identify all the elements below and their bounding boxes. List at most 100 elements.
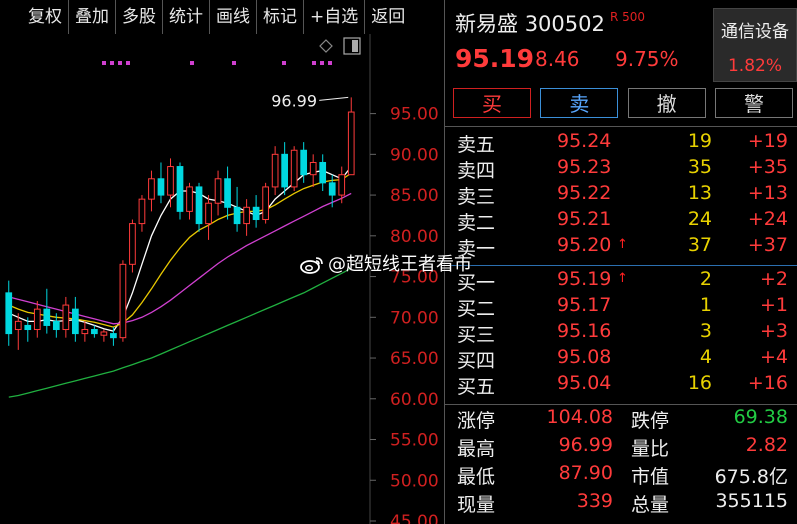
up-arrow-icon: ↑	[617, 237, 628, 252]
candlestick-chart[interactable]: 95.0090.0085.0080.0075.0070.0065.0060.00…	[0, 34, 444, 524]
candle-body	[14, 320, 22, 331]
order-volume-change: +1	[759, 294, 788, 316]
stat-value: 69.38	[733, 406, 788, 428]
buy-order-row[interactable]: 买一 95.19 ↑ 2 +2	[445, 268, 797, 294]
order-price: 95.20	[557, 234, 612, 256]
order-price: 95.16	[557, 320, 612, 342]
sell-order-row[interactable]: 卖四 95.23 35 +35	[445, 156, 797, 182]
candle-body	[167, 166, 174, 196]
candle-body	[233, 206, 241, 225]
candle-body	[338, 174, 346, 196]
watermark-text: @超短线王者看市	[328, 254, 472, 275]
signal-marker	[232, 61, 236, 65]
cancel-order-button[interactable]: 撤	[627, 88, 706, 118]
order-level-label: 卖二	[457, 212, 496, 234]
signal-marker	[320, 61, 324, 65]
buy-order-row[interactable]: 买五 95.04 16 +16	[445, 372, 797, 398]
order-volume-change: +2	[759, 268, 788, 290]
divider	[445, 126, 797, 127]
toolbar-add-watchlist-button[interactable]: +自选	[304, 0, 366, 34]
candle-body	[328, 182, 336, 196]
candle-body	[100, 331, 108, 336]
sell-order-row[interactable]: 卖二 95.21 24 +24	[445, 208, 797, 234]
stat-label: 最低	[457, 466, 496, 488]
buy-order-row[interactable]: 买二 95.17 1 +1	[445, 294, 797, 320]
buy-order-row[interactable]: 买三 95.16 3 +3	[445, 320, 797, 346]
buy-button[interactable]: 买	[453, 88, 531, 118]
order-volume-change: +35	[747, 156, 788, 178]
candle-body	[319, 161, 327, 184]
stat-value: 96.99	[558, 434, 613, 456]
price-tick-label: 95.00	[390, 105, 439, 125]
toolbar-draw-line-button[interactable]: 画线	[210, 0, 257, 34]
price-change: 8.46	[535, 47, 580, 71]
bid-ask-divider	[445, 265, 797, 266]
order-level-label: 买三	[457, 324, 496, 346]
candle-body	[243, 206, 250, 225]
price-tick-label: 45.00	[390, 512, 439, 524]
order-volume: 37	[687, 234, 712, 256]
panel-toggle-icon-fill	[352, 40, 358, 52]
toolbar-restore-rights-button[interactable]: 复权	[0, 0, 69, 34]
chart-toolbar: 复权 叠加 多股 统计 画线 标记 +自选 返回	[0, 0, 444, 34]
high-marker-arrow	[319, 96, 349, 101]
order-price: 95.17	[557, 294, 612, 316]
toolbar-overlay-button[interactable]: 叠加	[69, 0, 116, 34]
weibo-icon	[300, 257, 323, 274]
sector-tile[interactable]: 通信设备 1.82%	[713, 8, 797, 82]
sector-change: 1.82%	[727, 56, 782, 76]
toolbar-back-button[interactable]: 返回	[365, 0, 411, 34]
order-price: 95.22	[557, 182, 612, 204]
order-price: 95.24	[557, 130, 612, 152]
divider	[445, 404, 797, 405]
signal-marker	[312, 61, 316, 65]
price-tick-label: 70.00	[390, 308, 439, 328]
stat-label: 最高	[457, 438, 496, 460]
candle-body	[214, 178, 222, 204]
price-tick-label: 60.00	[390, 390, 439, 410]
order-volume: 16	[687, 372, 712, 394]
candle-body	[252, 206, 260, 221]
order-level-label: 买二	[457, 298, 496, 320]
signal-marker	[190, 61, 194, 65]
candle-body	[347, 111, 355, 176]
toolbar-statistics-button[interactable]: 统计	[163, 0, 210, 34]
toolbar-multi-stock-button[interactable]: 多股	[116, 0, 163, 34]
toolbar-mark-button[interactable]: 标记	[257, 0, 304, 34]
order-volume-change: +37	[747, 234, 788, 256]
alert-button[interactable]: 警	[714, 88, 793, 118]
stat-value: 339	[576, 490, 613, 512]
order-volume: 2	[699, 268, 712, 290]
sell-button[interactable]: 卖	[540, 88, 619, 118]
sell-order-row[interactable]: 卖三 95.22 13 +13	[445, 182, 797, 208]
sell-order-row[interactable]: 卖五 95.24 19 +19	[445, 130, 797, 156]
order-level-label: 买四	[457, 350, 496, 372]
stock-code: 300502	[524, 12, 605, 36]
order-volume: 1	[699, 294, 712, 316]
sector-name: 通信设备	[721, 22, 789, 42]
trade-actions: 买 卖 撤 警	[453, 88, 793, 118]
signal-marker	[118, 61, 122, 65]
candle-body	[52, 320, 60, 331]
candle-body	[224, 178, 231, 208]
stock-title: 新易盛 300502	[455, 8, 605, 38]
price-tick-label: 90.00	[390, 145, 439, 165]
order-volume: 19	[687, 130, 712, 152]
order-volume-change: +24	[747, 208, 788, 230]
candle-body	[71, 308, 79, 335]
order-volume-change: +4	[759, 346, 788, 368]
order-price: 95.23	[557, 156, 612, 178]
last-price: 95.19	[455, 44, 535, 73]
moving-average-line	[8, 267, 352, 398]
order-price: 95.21	[557, 208, 612, 230]
candle-body	[281, 153, 289, 188]
stat-row: 最低 87.90 市值 675.8亿	[445, 462, 797, 490]
price-tick-label: 80.00	[390, 227, 439, 247]
buy-order-row[interactable]: 买四 95.08 4 +4	[445, 346, 797, 372]
price-tick-label: 85.00	[390, 186, 439, 206]
candle-body	[110, 333, 117, 339]
sell-order-row[interactable]: 卖一 95.20 ↑ 37 +37	[445, 234, 797, 260]
signal-marker	[282, 61, 286, 65]
order-price: 95.04	[557, 372, 612, 394]
candle-body	[262, 186, 269, 221]
